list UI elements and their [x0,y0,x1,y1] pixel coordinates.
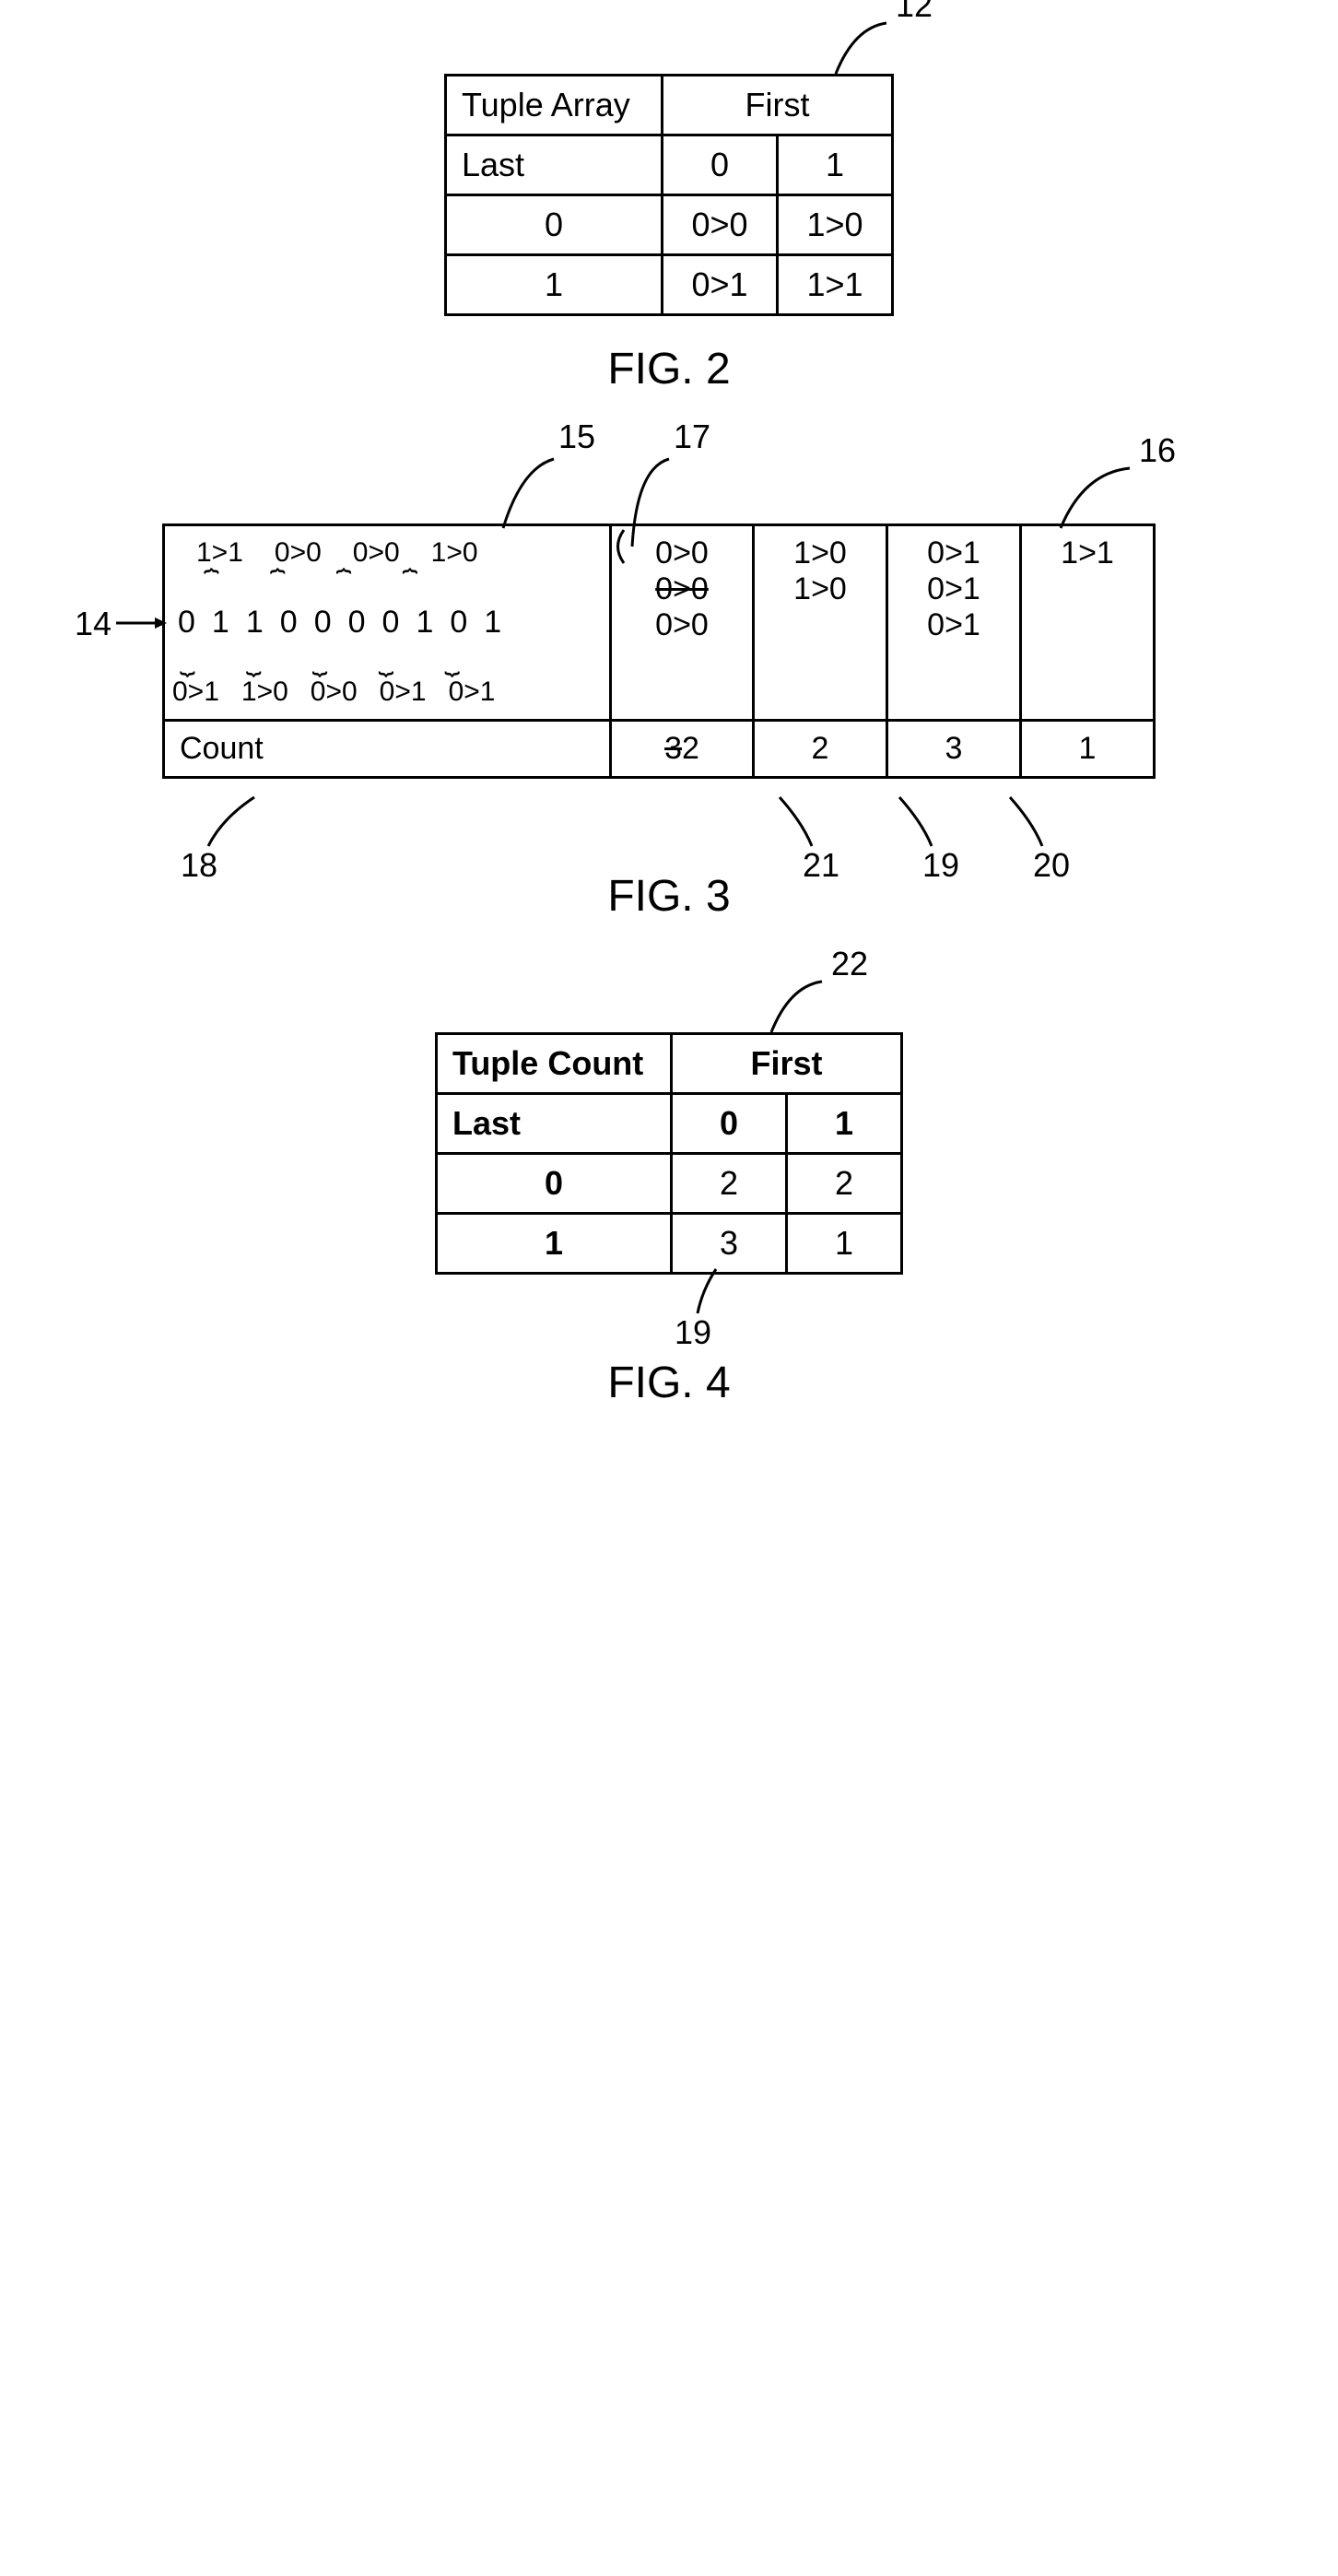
col0-line-2: 0>0 [627,607,737,643]
fig3-count-1: 2 [754,721,887,778]
fig4-ref19-hook [693,1267,748,1318]
fig3-count-label: Count [164,721,611,778]
fig2-ref-num: 12 [896,0,933,25]
fig4-row-0: 0 [437,1154,672,1214]
bot-tuple-4: 0>1 [449,676,496,708]
fig3-bits: 0 1 1 0 0 0 0 1 0 1 [178,605,602,641]
bit-8: 0 [450,605,467,641]
fig4-title-cell: Tuple Count [437,1034,672,1094]
fig3-bottom-tuples: 0>1 1>0 0>0 0>1 0>1 [172,676,602,708]
fig4-cell-11: 1 [787,1214,902,1274]
fig2-first-header: First [663,76,893,135]
bot-tuple-3: 0>1 [380,676,427,708]
fig3-ref16: 16 [1139,431,1176,470]
bit-9: 1 [484,605,501,641]
fig2-row-0: 0 [446,195,663,255]
fig3-count-3: 1 [1021,721,1155,778]
fig3-col2: 0>1 0>1 0>1 [887,525,1021,721]
col2-line-2: 0>1 [903,607,1004,643]
fig4-cell-10: 3 [672,1214,787,1274]
fig3-ref18-hook [204,795,277,851]
fig3-ref18: 18 [181,846,217,885]
fig2-cell-10: 0>1 [663,255,778,315]
bit-0: 0 [178,605,195,641]
fig3-block: 15 17 16 14 1>1 0>0 0>0 1>0 [162,523,1176,779]
fig3-ref20-hook [1001,795,1056,851]
fig4-ref-hook [767,977,877,1041]
fig4-cell-00: 2 [672,1154,787,1214]
fig3-caption: FIG. 3 [607,871,730,922]
bottom-braces: ⏟⏟⏟⏟⏟ [180,646,602,676]
bit-5: 0 [348,605,366,641]
fig2-ref-hook [831,18,942,83]
bit-4: 0 [314,605,332,641]
fig2-last-header: Last [446,135,663,195]
col0-line-1: 0>0 [627,571,737,607]
fig2-col-0: 0 [663,135,778,195]
fig2-cell-11: 1>1 [778,255,893,315]
fig3-ref16-hook [1056,464,1167,533]
fig4-cell-01: 2 [787,1154,902,1214]
col0-line-0: 0>0 [627,535,737,571]
fig3-ref15-hook [466,450,577,533]
bit-6: 0 [382,605,400,641]
bit-1: 1 [212,605,229,641]
fig4-caption: FIG. 4 [607,1358,730,1408]
col2-line-0: 0>1 [903,535,1004,571]
fig4-ref19: 19 [675,1313,711,1352]
fig3-col3: 1>1 [1021,525,1155,721]
fig3-count-2: 3 [887,721,1021,778]
bot-tuple-2: 0>0 [311,676,358,708]
col2-line-1: 0>1 [903,571,1004,607]
top-braces: ⏞⏞⏞⏞ [204,569,602,599]
fig4-first-header: First [672,1034,902,1094]
fig3-ref14-arrow [116,614,167,632]
fig2-table: Tuple Array First Last 0 1 0 0>0 1>0 1 0… [444,74,894,316]
fig4-row-1: 1 [437,1214,672,1274]
fig4-table: Tuple Count First Last 0 1 0 2 2 1 3 1 [435,1032,903,1275]
bit-3: 0 [280,605,298,641]
fig2-cell-01: 1>0 [778,195,893,255]
bot-tuple-0: 0>1 [172,676,219,708]
fig3-top-tuples: 1>1 0>0 0>0 1>0 [196,537,602,569]
fig2-title-cell: Tuple Array [446,76,663,135]
fig2-col-1: 1 [778,135,893,195]
fig3-ref17: 17 [674,418,710,456]
bit-7: 1 [416,605,433,641]
fig4-col-1: 1 [787,1094,902,1154]
fig2-cell-00: 0>0 [663,195,778,255]
fig3-ref19-hook [890,795,945,851]
fig4-col-0: 0 [672,1094,787,1154]
fig3-count-0: 32 [611,721,754,778]
bit-2: 1 [246,605,264,641]
fig4-last-header: Last [437,1094,672,1154]
count0-val: 2 [682,731,699,766]
fig3-ref21: 21 [803,846,839,885]
fig3-ref20: 20 [1033,846,1070,885]
col3-line-0: 1>1 [1037,535,1138,571]
col1-line-0: 1>0 [769,535,871,571]
fig3-ref14: 14 [75,605,112,643]
fig3-ref15: 15 [558,418,595,456]
col1-line-1: 1>0 [769,571,871,607]
fig2-row-1: 1 [446,255,663,315]
paren-icon [610,528,628,565]
top-tuple-1: 0>0 [275,537,322,569]
top-tuple-2: 0>0 [353,537,400,569]
fig3-ref19: 19 [922,846,959,885]
fig3-table: 1>1 0>0 0>0 1>0 ⏞⏞⏞⏞ 0 1 1 0 0 0 [162,523,1156,779]
fig3-ref21-hook [770,795,826,851]
bot-tuple-1: 1>0 [241,676,288,708]
fig4-ref-num: 22 [831,945,868,983]
top-tuple-0: 1>1 [196,537,243,569]
fig4-block: 22 Tuple Count First Last 0 1 0 2 2 1 3 … [435,1032,903,1275]
top-tuple-3: 1>0 [431,537,478,569]
fig3-col0: 0>0 0>0 0>0 [611,525,754,721]
fig2-caption: FIG. 2 [607,344,730,394]
count0-strike: 3 [664,731,682,766]
fig2-block: 12 Tuple Array First Last 0 1 0 0>0 1>0 … [444,74,894,316]
fig3-col1: 1>0 1>0 [754,525,887,721]
